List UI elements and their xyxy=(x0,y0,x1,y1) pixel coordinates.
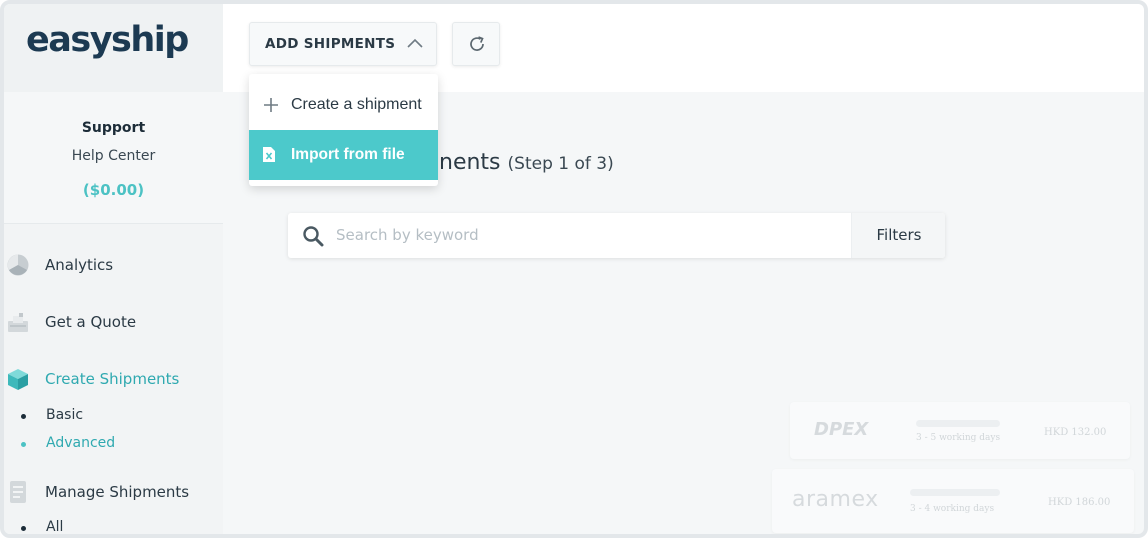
app-window: easyship Support Help Center ($0.00) Ana… xyxy=(0,0,1148,538)
dropdown-item-label: Import from file xyxy=(291,146,405,163)
sidebar-subitem-label: Advanced xyxy=(46,435,116,451)
page-title: nents (Step 1 of 3) xyxy=(439,150,614,175)
sidebar-subitem-basic[interactable]: Basic xyxy=(4,404,223,428)
file-icon xyxy=(263,147,275,162)
sidebar: easyship Support Help Center ($0.00) Ana… xyxy=(4,4,223,535)
carrier-transit-time: 3 - 4 working days xyxy=(910,504,995,514)
page-title-text: nents xyxy=(439,150,501,175)
sidebar-item-get-a-quote[interactable]: Get a Quote xyxy=(4,308,223,338)
placeholder-bar xyxy=(910,489,1000,496)
search-input[interactable] xyxy=(336,221,836,249)
sidebar-subitem-label: All xyxy=(46,519,64,535)
create-shipment-option[interactable]: Create a shipment xyxy=(249,80,438,130)
sidebar-item-analytics[interactable]: Analytics xyxy=(4,251,223,281)
sidebar-item-label: Analytics xyxy=(45,256,114,274)
import-from-file-option[interactable]: Import from file xyxy=(249,130,438,180)
add-shipments-label: ADD SHIPMENTS xyxy=(265,36,396,52)
sidebar-item-create-shipments[interactable]: Create Shipments xyxy=(4,365,223,395)
carrier-price: HKD 186.00 xyxy=(1048,497,1111,508)
carrier-transit-time: 3 - 5 working days xyxy=(916,433,1001,443)
box-icon xyxy=(8,369,28,390)
credit-balance: ($0.00) xyxy=(82,181,145,199)
sidebar-subitem-all[interactable]: All xyxy=(4,516,223,535)
carrier-price: HKD 132.00 xyxy=(1044,427,1107,438)
support-panel: Support Help Center ($0.00) xyxy=(4,92,223,224)
add-shipments-button[interactable]: ADD SHIPMENTS xyxy=(249,22,437,66)
search-icon xyxy=(303,226,324,247)
easyship-logo[interactable]: easyship xyxy=(26,20,189,60)
refresh-icon xyxy=(470,36,484,51)
dropdown-item-label: Create a shipment xyxy=(291,96,422,113)
chevron-up-icon xyxy=(407,38,423,48)
carrier-logo-dpex: DPEX xyxy=(814,419,869,440)
add-shipments-dropdown: Create a shipment Import from file xyxy=(249,74,438,186)
plus-icon xyxy=(264,98,278,112)
bullet xyxy=(21,526,26,531)
sidebar-subitem-advanced[interactable]: Advanced xyxy=(4,432,223,456)
filters-label: Filters xyxy=(876,226,922,244)
sidebar-subitem-label: Basic xyxy=(46,407,84,423)
quote-icon xyxy=(8,313,28,332)
sidebar-item-label: Manage Shipments xyxy=(45,483,190,501)
page-step: (Step 1 of 3) xyxy=(507,154,614,174)
analytics-icon xyxy=(7,254,29,276)
refresh-button[interactable] xyxy=(452,22,500,66)
support-title[interactable]: Support xyxy=(4,120,223,136)
sidebar-item-label: Get a Quote xyxy=(45,313,137,331)
sidebar-item-manage-shipments[interactable]: Manage Shipments xyxy=(4,478,223,508)
filters-button[interactable]: Filters xyxy=(851,213,945,258)
document-icon xyxy=(10,481,26,503)
bullet xyxy=(21,442,26,447)
search-bar: Filters xyxy=(288,213,945,258)
bullet xyxy=(21,414,26,419)
sidebar-item-label: Create Shipments xyxy=(45,370,180,388)
carrier-card-dpex: DPEX 3 - 5 working days HKD 132.00 xyxy=(790,402,1130,459)
carrier-logo-aramex: aramex xyxy=(792,487,879,512)
placeholder-bar xyxy=(916,420,1000,427)
logo-container: easyship xyxy=(4,4,223,92)
help-center-link[interactable]: Help Center xyxy=(4,148,223,164)
carrier-card-aramex: aramex 3 - 4 working days HKD 186.00 xyxy=(772,469,1134,533)
